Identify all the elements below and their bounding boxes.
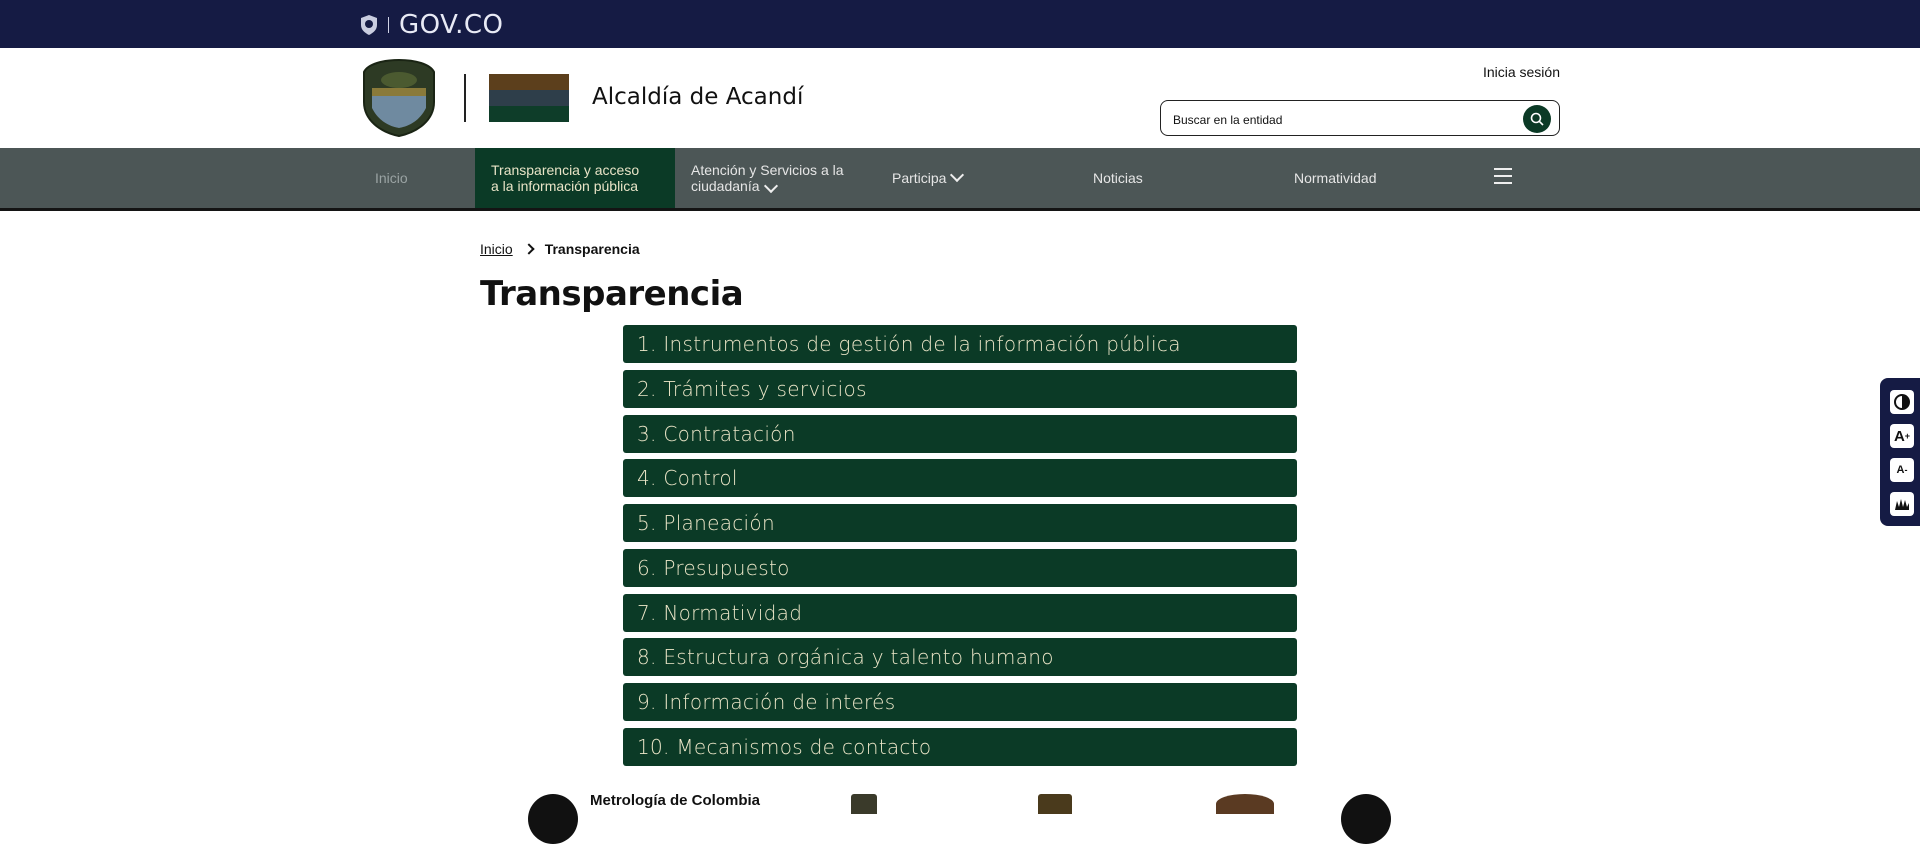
breadcrumb-home-link[interactable]: Inicio: [480, 241, 513, 257]
nav-item-inicio[interactable]: Inicio: [375, 148, 408, 208]
search-box: [1160, 100, 1560, 136]
menu-item-contratacion[interactable]: 3. Contratación: [623, 414, 1297, 453]
search-button[interactable]: [1523, 105, 1551, 133]
nav-item-label: Normatividad: [1294, 170, 1377, 186]
menu-item-informacion-interes[interactable]: 9. Información de interés: [623, 683, 1297, 721]
nav-item-atencion[interactable]: Atención y Servicios a la ciudadanía: [691, 148, 844, 208]
govco-logo[interactable]: GOV.CO: [360, 10, 503, 40]
chevron-down-icon: [763, 178, 778, 194]
menu-item-instrumentos[interactable]: 1. Instrumentos de gestión de la informa…: [623, 325, 1297, 363]
govco-topbar: GOV.CO: [0, 0, 1920, 48]
contrast-icon[interactable]: [1890, 390, 1914, 414]
menu-item-mecanismos-contacto[interactable]: 10. Mecanismos de contacto: [623, 727, 1297, 766]
sign-language-icon[interactable]: [1890, 492, 1914, 516]
govco-separator: [388, 17, 389, 33]
carousel-prev-button[interactable]: [528, 794, 578, 844]
entities-carousel: Metrología de Colombia: [0, 790, 1920, 844]
nav-item-label: Participa: [892, 170, 947, 186]
font-decrease-icon[interactable]: A-: [1890, 458, 1914, 482]
menu-item-estructura[interactable]: 8. Estructura orgánica y talento humano: [623, 638, 1297, 677]
nav-item-normatividad[interactable]: Normatividad: [1294, 148, 1376, 208]
menu-item-normatividad[interactable]: 7. Normatividad: [623, 593, 1297, 632]
nav-item-label-line2: a la información pública: [491, 178, 639, 194]
menu-item-tramites[interactable]: 2. Trámites y servicios: [623, 369, 1297, 408]
breadcrumb-current: Transparencia: [544, 241, 640, 257]
entity-name[interactable]: Alcaldía de Acandí: [592, 84, 803, 110]
menu-item-presupuesto[interactable]: 6. Presupuesto: [623, 548, 1297, 587]
nav-item-participa[interactable]: Participa: [892, 148, 965, 208]
menu-item-planeacion[interactable]: 5. Planeación: [623, 504, 1297, 542]
page-title: Transparencia: [480, 274, 744, 314]
search-icon: [1530, 112, 1544, 126]
entity-logo-icon[interactable]: [851, 794, 877, 814]
nav-item-label: Noticias: [1093, 170, 1143, 186]
chevron-down-icon: [950, 167, 965, 183]
transparency-menu: 1. Instrumentos de gestión de la informa…: [623, 325, 1297, 773]
entity-logo-icon[interactable]: [1216, 794, 1274, 814]
main-nav: Inicio Transparencia y acceso a la infor…: [0, 148, 1920, 211]
govco-shield-icon: [361, 15, 377, 35]
breadcrumb: Inicio Transparencia: [480, 241, 640, 257]
nav-item-noticias[interactable]: Noticias: [1093, 148, 1143, 208]
entity-logo-icon[interactable]: [1038, 794, 1072, 814]
search-input[interactable]: [1171, 109, 1505, 131]
header-separator: [464, 74, 466, 122]
font-increase-icon[interactable]: A +: [1890, 424, 1914, 448]
menu-hamburger-icon[interactable]: [1494, 168, 1512, 186]
municipal-shield-icon[interactable]: [360, 58, 438, 138]
carousel-item-title[interactable]: Metrología de Colombia: [590, 792, 760, 809]
nav-item-label-line1: Transparencia y acceso: [491, 162, 640, 178]
site-header: [0, 48, 1920, 148]
govco-logo-text: GOV.CO: [399, 10, 504, 40]
accessibility-toolbar: A + A-: [1880, 378, 1920, 526]
nav-item-transparencia[interactable]: Transparencia y acceso a la información …: [475, 148, 675, 208]
municipal-flag-icon: [489, 74, 569, 122]
menu-item-control[interactable]: 4. Control: [623, 459, 1297, 498]
nav-item-label-line2: ciudadanía: [691, 178, 844, 194]
nav-item-label-line1: Atención y Servicios a la: [691, 162, 844, 178]
login-link[interactable]: Inicia sesión: [1483, 64, 1560, 80]
chevron-right-icon: [523, 243, 535, 255]
nav-item-label: Inicio: [375, 170, 408, 186]
carousel-next-button[interactable]: [1341, 794, 1391, 844]
